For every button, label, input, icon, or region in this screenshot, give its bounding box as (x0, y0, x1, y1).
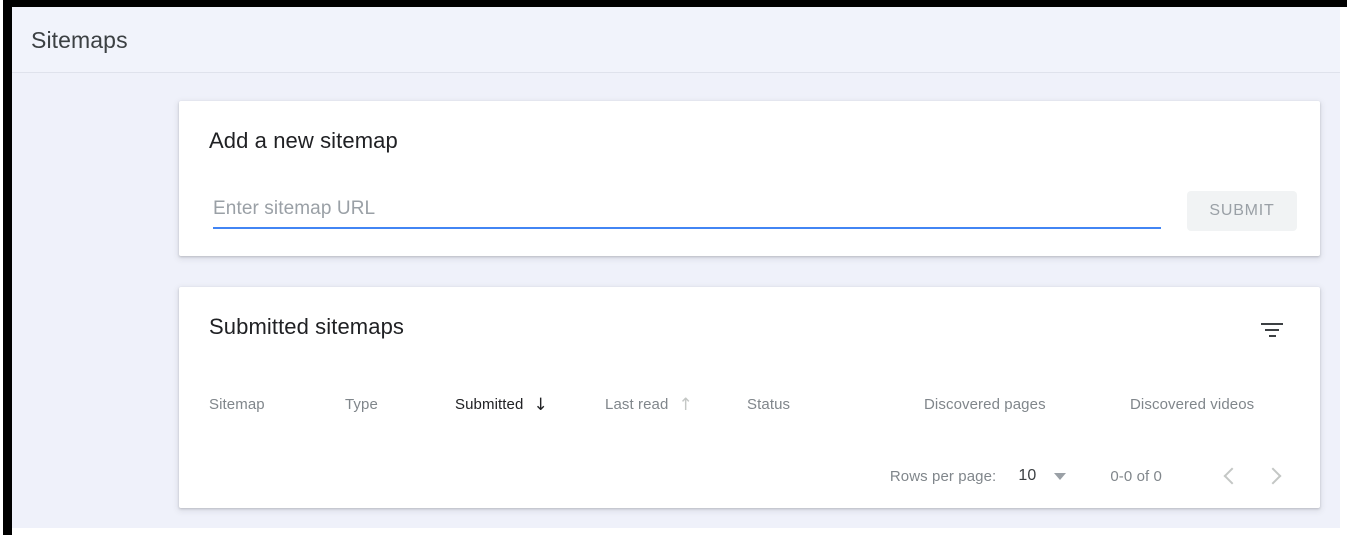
pagination-range-label: 0-0 of 0 (1110, 468, 1162, 485)
column-header-discovered-videos[interactable]: Discovered videos (1130, 395, 1254, 415)
column-header-type[interactable]: Type (345, 395, 378, 415)
submitted-sitemaps-title: Submitted sitemaps (209, 313, 404, 341)
filter-list-icon (1261, 323, 1283, 339)
column-label: Discovered videos (1130, 395, 1254, 415)
pagination: Rows per page: 10 0-0 of 0 (890, 458, 1296, 494)
column-label: Sitemap (209, 395, 265, 415)
column-label: Last read (605, 395, 668, 415)
page-title: Sitemaps (31, 25, 128, 55)
column-header-status[interactable]: Status (747, 395, 790, 415)
column-header-submitted[interactable]: Submitted ↓ (455, 395, 548, 415)
column-label: Status (747, 395, 790, 415)
column-label: Type (345, 395, 378, 415)
column-header-sitemap[interactable]: Sitemap (209, 395, 265, 415)
pagination-nav (1208, 458, 1296, 494)
column-header-last-read[interactable]: Last read ↑ (605, 395, 693, 415)
filter-button[interactable] (1252, 311, 1292, 351)
browser-frame: Sitemaps Add a new sitemap SUBMIT Submit… (3, 0, 1347, 535)
page-header: Sitemaps (12, 7, 1340, 73)
rows-per-page-label: Rows per page: (890, 468, 996, 485)
sitemap-url-input[interactable] (213, 193, 1161, 225)
rows-per-page-value: 10 (1018, 467, 1036, 485)
sort-ascending-icon: ↑ (678, 397, 692, 414)
previous-page-button[interactable] (1208, 458, 1252, 494)
submitted-sitemaps-card: Submitted sitemaps Sitemap Type Submitte… (179, 287, 1320, 508)
chevron-left-icon (1223, 468, 1240, 485)
input-underline (213, 227, 1161, 229)
next-page-button[interactable] (1252, 458, 1296, 494)
chevron-down-icon (1054, 473, 1066, 480)
page-viewport: Sitemaps Add a new sitemap SUBMIT Submit… (12, 7, 1347, 535)
sitemaps-table-header: Sitemap Type Submitted ↓ Last read ↑ Sta… (179, 395, 1320, 425)
column-header-discovered-pages[interactable]: Discovered pages (924, 395, 1046, 415)
chevron-right-icon (1264, 468, 1281, 485)
column-label: Submitted (455, 395, 523, 415)
add-sitemap-card: Add a new sitemap SUBMIT (179, 101, 1320, 256)
sort-descending-icon: ↓ (533, 397, 547, 414)
column-label: Discovered pages (924, 395, 1046, 415)
rows-per-page-select[interactable]: 10 (1018, 467, 1066, 485)
add-sitemap-title: Add a new sitemap (209, 127, 398, 155)
sitemap-url-field (213, 193, 1161, 229)
submit-button[interactable]: SUBMIT (1187, 191, 1297, 231)
